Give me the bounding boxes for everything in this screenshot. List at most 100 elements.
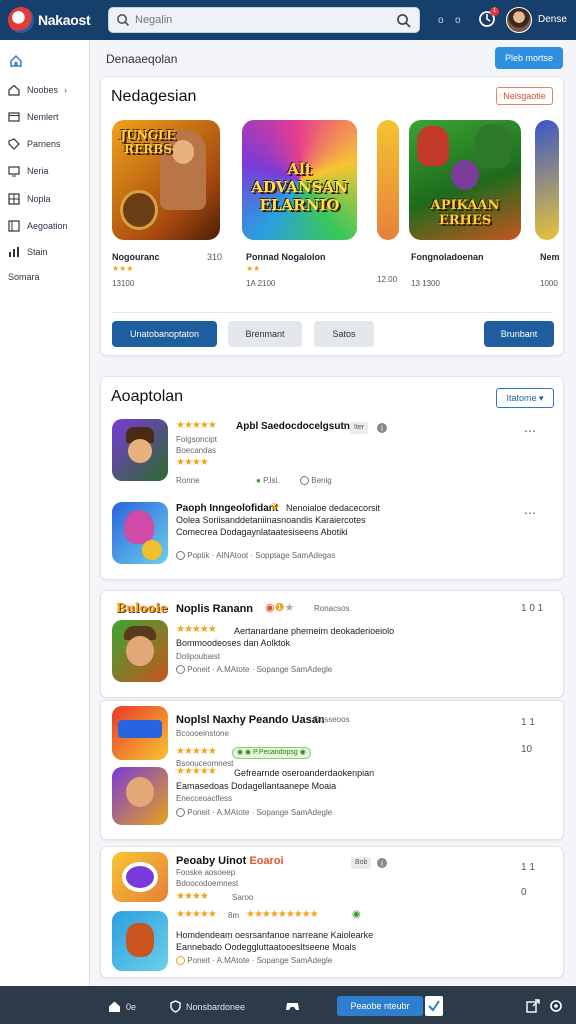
check-button[interactable] [425,996,443,1016]
rating-stars: ★★★★★ [176,420,217,431]
app-status: ● P.lsl. [256,476,280,485]
svg-text:i: i [381,424,383,433]
rating-stars: ★★★★ [176,891,209,902]
sidebar-item-noobes[interactable]: Noobes › [8,82,67,98]
app-subtitle: Folgsoncipt [176,435,217,444]
app-subtitle: Saroo [232,893,254,902]
info-icon[interactable]: i [376,857,388,869]
list-icon [8,220,20,232]
game-name[interactable]: Nem [540,252,560,262]
app-list-card [100,376,564,580]
shield-icon [170,1000,181,1013]
rating-stars: ★★★★★ [176,746,217,757]
game-name[interactable]: Fongnoladoenan [411,252,484,262]
search-icon [117,14,130,27]
app-icon[interactable] [112,502,168,564]
gamepad-icon[interactable] [285,999,300,1013]
app-logo-text: Bulooie [116,601,168,615]
sidebar-item-nopla[interactable]: Nopla [8,191,51,207]
bottom-shield[interactable]: Nonsbardonee [170,1000,245,1013]
sidebar-item-neria[interactable]: Neria [8,163,49,179]
game-tile-5[interactable] [535,120,559,240]
app-control[interactable]: 10 [521,744,532,755]
sidebar-item-nemlert[interactable]: Nemlert [8,109,59,125]
app-icon[interactable] [112,620,168,682]
featured-primary-button[interactable]: Unatobanoptaton [112,321,217,347]
search-input[interactable] [135,12,385,28]
featured-tertiary-button[interactable]: Satos [314,321,374,347]
top-bar: Nakaost o o 1 Dense [0,0,576,40]
game-meta: 13 1300 [411,279,440,288]
app-icon[interactable] [112,706,168,760]
sidebar-item-parnens[interactable]: Parnens [8,136,61,152]
game-tile-1[interactable]: JUNGLE RERBS [112,120,220,240]
chart-icon [9,247,19,257]
game-meta: 13100 [112,279,135,288]
bottom-cta-button[interactable]: Peaobe nteubr [337,996,423,1016]
app-status: Ronne [176,476,200,485]
app-name[interactable]: Peoaby Uinot Eoaroi [176,855,284,867]
sidebar-item-somara[interactable]: Somara [8,269,40,285]
app-subtitle: Bcoooeinstone [176,729,229,738]
game-name[interactable]: Nogouranc [112,252,160,262]
sidebar-item-label: Noobes [27,85,59,95]
search-box[interactable] [108,7,420,33]
search-submit-icon[interactable] [396,13,411,28]
app-control[interactable]: 1 1 [521,717,535,728]
game-tile-4[interactable]: APIKAAN ERHES [409,120,521,240]
share-icon[interactable] [526,999,540,1013]
sidebar-item-stain[interactable]: Stain [8,244,48,260]
section-title: Aoaptolan [111,388,184,405]
app-control[interactable]: 0 [521,887,527,898]
app-icon[interactable] [112,419,168,481]
more-options-icon[interactable]: ⋯ [524,506,537,520]
primary-action-button[interactable]: Pleb mortse [495,47,563,69]
sidebar-item-label: Aegoation [27,221,68,231]
sidebar: Noobes › Nemlert Parnens Neria Nopla Aeg… [0,40,90,986]
app-icon[interactable] [112,852,168,902]
bottom-home[interactable]: 0e [108,1000,136,1013]
sidebar-item-label: Nopla [27,194,51,204]
grid-icon [8,193,20,205]
featured-tag[interactable]: Nelsgaotie [496,87,553,105]
app-control[interactable]: 1 1 [521,862,535,873]
more-options-icon[interactable]: ⋯ [524,424,537,438]
game-tile-3[interactable] [377,120,399,240]
user-name[interactable]: Dense [538,14,567,25]
app-icon[interactable] [112,767,168,825]
featured-right-button[interactable]: Brunbant [484,321,554,347]
app-name[interactable]: Paoph Inngeolofidant [176,503,278,514]
brand-logo-icon[interactable] [8,7,34,33]
info-icon[interactable]: i [376,422,388,434]
check-icon [428,1000,440,1012]
sort-dropdown[interactable]: Itatome ▾ [496,388,554,408]
page-title: Denaaeqolan [106,52,178,66]
app-name[interactable]: Apbl Saedocdocelgsutno [236,421,356,432]
brand-name[interactable]: Nakaost [38,12,91,28]
featured-secondary-button[interactable]: Brenmant [228,321,302,347]
game-tile-art-text: APIKAAN ERHES [430,198,500,228]
app-subtitle: Dolipoubaist [176,652,221,661]
rating-stars: ★★★★★★★★★ [246,909,319,920]
settings-icon[interactable] [549,999,563,1013]
app-subtitle: Enecceoaclfess [176,794,233,803]
game-tile-2[interactable]: Alt ADVANSAN ELARNIO [242,120,357,240]
game-meta: 1A 2100 [246,279,276,288]
avatar[interactable] [506,7,532,33]
app-name[interactable]: Noplis Ranann [176,603,253,615]
app-tag: Ronacsos [314,604,350,613]
app-icon[interactable] [112,911,168,971]
header-indicator: o [455,15,461,26]
app-name[interactable]: Noplsl Naxhy Peando Uasan [176,714,325,726]
game-tile-art-text: JUNGLE RERBS [120,128,176,156]
sidebar-item-aegoation[interactable]: Aegoation [8,218,68,234]
app-description: Bommoodeoses dan Aolktok [176,638,291,648]
home-icon[interactable] [9,54,23,68]
chevron-right-icon: › [64,85,68,95]
game-rating-stars: ★★ [246,264,261,273]
app-control[interactable]: 1 0 1 [521,603,543,614]
app-badge-text: Nenoialoe dedacecorsit [286,503,381,513]
header-indicator: o [438,15,444,26]
game-name[interactable]: Ponnad Nogalolon [246,252,326,262]
divider [112,312,553,313]
